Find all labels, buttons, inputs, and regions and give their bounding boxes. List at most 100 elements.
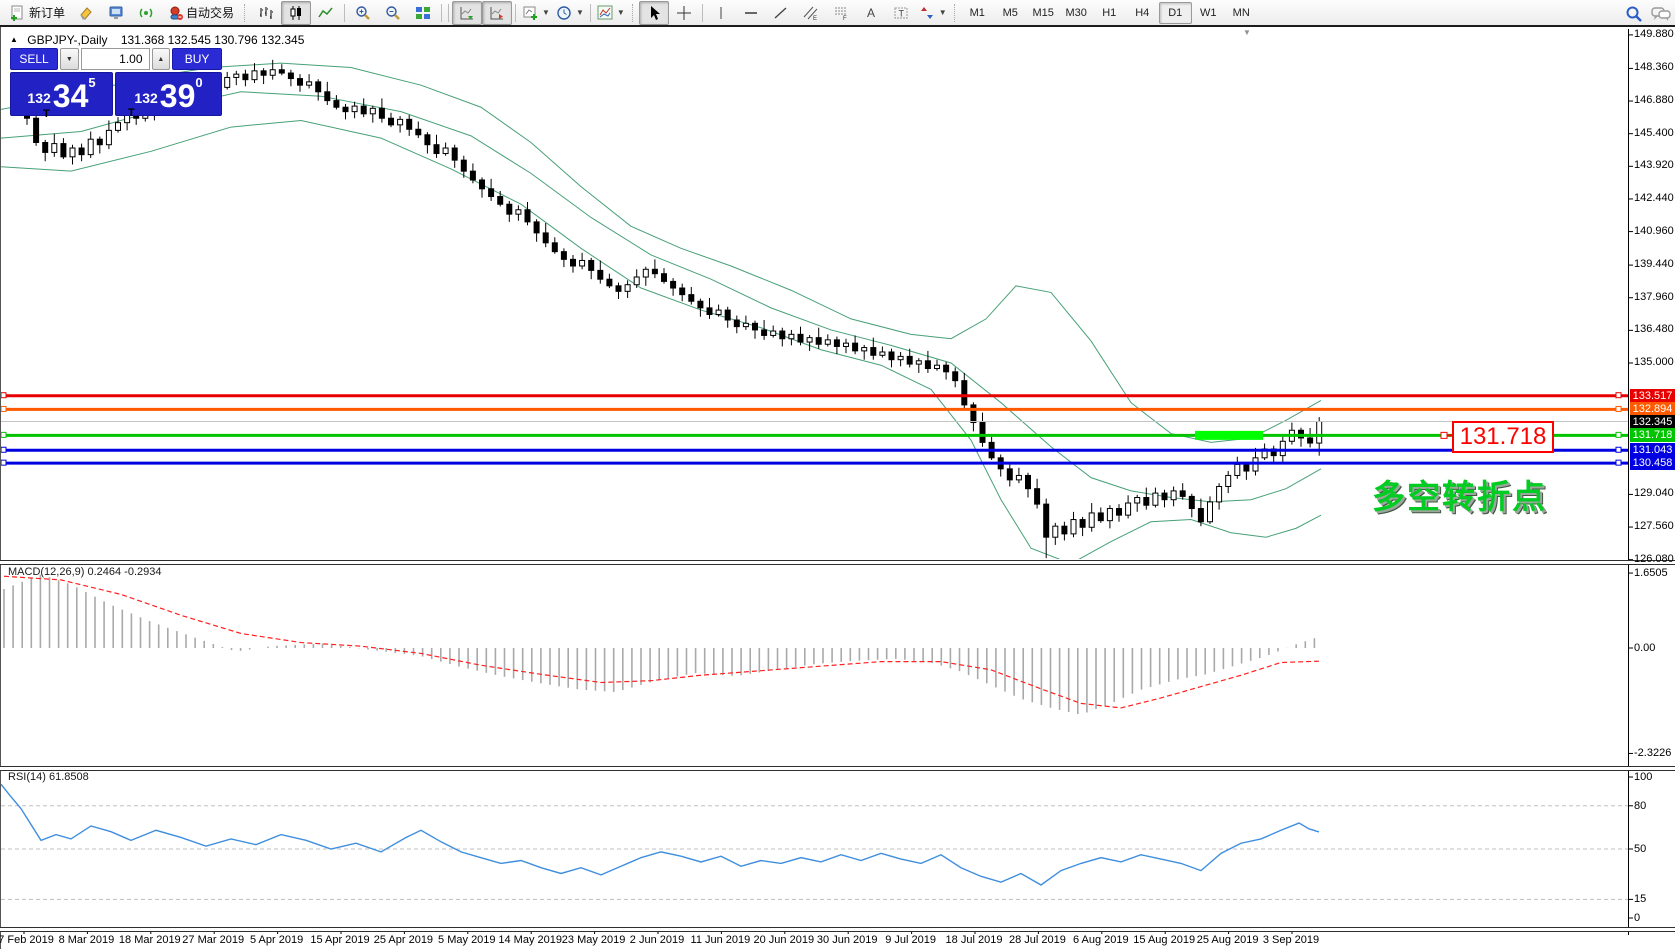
price-tick-139.440: 139.440 — [1634, 258, 1674, 270]
buy-price-figure: 132 — [134, 83, 157, 113]
line-right-marker[interactable] — [1616, 406, 1621, 411]
line-left-marker[interactable] — [1, 447, 6, 452]
timeframe-h4-button[interactable]: H4 — [1126, 2, 1159, 24]
bear-candle — [680, 288, 685, 295]
bar-chart-button[interactable] — [251, 1, 281, 25]
bear-candle — [589, 260, 594, 270]
crosshair-button[interactable] — [669, 1, 699, 25]
turning-point-annotation[interactable]: 多空转折点 — [1372, 470, 1547, 518]
bull-candle — [70, 148, 75, 157]
timeframe-mn-button[interactable]: MN — [1225, 2, 1258, 24]
bear-candle — [416, 129, 421, 135]
macd-rsi-divider[interactable] — [0, 766, 1675, 771]
bear-candle — [389, 118, 394, 125]
line-chart-button[interactable] — [311, 1, 341, 25]
line-left-marker[interactable] — [1, 460, 6, 465]
text-button[interactable]: A — [856, 1, 886, 25]
bollinger-lower-band — [1, 120, 1321, 563]
toolbar-grip — [954, 4, 957, 22]
date-label: 5 May 2019 — [438, 934, 495, 946]
text-label-icon: T — [893, 5, 909, 21]
auto-scroll-button[interactable] — [452, 1, 482, 25]
bull-candle — [516, 210, 521, 214]
indicators-button[interactable]: ▼ — [594, 1, 628, 25]
fibonacci-button[interactable]: F — [826, 1, 856, 25]
svg-text:T: T — [898, 8, 904, 18]
arrows-button[interactable]: ▼ — [916, 1, 950, 25]
equidistant-channel-button[interactable]: E — [796, 1, 826, 25]
chat-icon[interactable] — [1651, 5, 1667, 21]
timeframe-m30-button[interactable]: M30 — [1060, 2, 1093, 24]
collapse-triangle-icon[interactable]: ▲ — [10, 35, 18, 44]
text-label-button[interactable]: T — [886, 1, 916, 25]
bear-candle — [762, 330, 767, 336]
metaeditor-button[interactable] — [101, 1, 131, 25]
callout-anchor[interactable] — [1441, 432, 1447, 438]
volume-increase-button[interactable]: ▲ — [152, 48, 171, 70]
buy-price-pips: 39 — [160, 79, 196, 113]
periods-button[interactable]: ▼ — [553, 1, 587, 25]
fibonacci-icon: F — [833, 5, 849, 21]
bear-candle — [971, 405, 976, 423]
search-icon[interactable] — [1625, 5, 1641, 21]
price-callout-box[interactable]: 131.718 — [1452, 421, 1554, 453]
volume-decrease-button[interactable]: ▼ — [60, 48, 79, 70]
bull-candle — [443, 148, 448, 154]
timeframe-m1-button[interactable]: M1 — [961, 2, 994, 24]
arrows-icon — [919, 5, 935, 21]
timeframe-m15-button[interactable]: M15 — [1027, 2, 1060, 24]
line-right-marker[interactable] — [1616, 447, 1621, 452]
bear-candle — [834, 340, 839, 347]
timeframe-w1-button[interactable]: W1 — [1192, 2, 1225, 24]
line-left-marker[interactable] — [1, 393, 6, 398]
chart-shift-button[interactable] — [482, 1, 512, 25]
bear-candle — [780, 331, 785, 339]
candlestick-chart-icon — [288, 5, 304, 21]
bear-candle — [298, 79, 303, 86]
timeframe-d1-button[interactable]: D1 — [1159, 2, 1192, 24]
line-right-marker[interactable] — [1616, 432, 1621, 437]
buy-button[interactable]: BUY — [172, 48, 222, 70]
line-right-marker[interactable] — [1616, 460, 1621, 465]
timeframe-h1-button[interactable]: H1 — [1093, 2, 1126, 24]
line-left-marker[interactable] — [1, 406, 6, 411]
bear-candle — [470, 171, 475, 180]
rsi-tick-50: 50 — [1634, 843, 1646, 855]
tile-windows-button[interactable] — [408, 1, 438, 25]
zoom-in-button[interactable] — [348, 1, 378, 25]
toolbar-grip — [244, 4, 247, 22]
sell-button[interactable]: SELL — [10, 48, 58, 70]
zoom-out-button[interactable] — [378, 1, 408, 25]
sell-price-display[interactable]: 132 34 5 — [10, 72, 113, 116]
new-order-button[interactable]: 新订单 — [4, 1, 71, 25]
new-chart-button[interactable]: ▼ — [519, 1, 553, 25]
signals-button[interactable] — [131, 1, 161, 25]
macd-pane — [4, 575, 1319, 714]
horizontal-line-button[interactable] — [736, 1, 766, 25]
bear-candle — [616, 286, 621, 292]
bull-candle — [1153, 493, 1158, 505]
bull-candle — [807, 338, 812, 342]
main-macd-divider[interactable] — [0, 560, 1675, 565]
bear-candle — [1198, 509, 1203, 522]
svg-text:F: F — [843, 16, 847, 21]
bull-candle — [862, 348, 867, 351]
candlestick-chart-button[interactable] — [281, 1, 311, 25]
highlight-segment[interactable] — [1195, 431, 1263, 440]
eraser-button[interactable] — [71, 1, 101, 25]
cursor-button[interactable] — [639, 1, 669, 25]
bear-candle — [434, 145, 439, 154]
vertical-line-button[interactable] — [706, 1, 736, 25]
trendline-button[interactable] — [766, 1, 796, 25]
bear-candle — [689, 295, 694, 302]
bear-candle — [1189, 496, 1194, 508]
date-label: 25 Apr 2019 — [374, 934, 433, 946]
line-right-marker[interactable] — [1616, 393, 1621, 398]
auto-trading-button[interactable]: 自动交易 — [161, 1, 240, 25]
chart-shift-marker-icon[interactable]: ▼ — [1243, 28, 1251, 37]
volume-input[interactable]: 1.00 — [81, 48, 150, 70]
bear-candle — [1098, 513, 1103, 521]
toolbar-separator — [448, 4, 449, 22]
line-left-marker[interactable] — [1, 432, 6, 437]
timeframe-m5-button[interactable]: M5 — [994, 2, 1027, 24]
